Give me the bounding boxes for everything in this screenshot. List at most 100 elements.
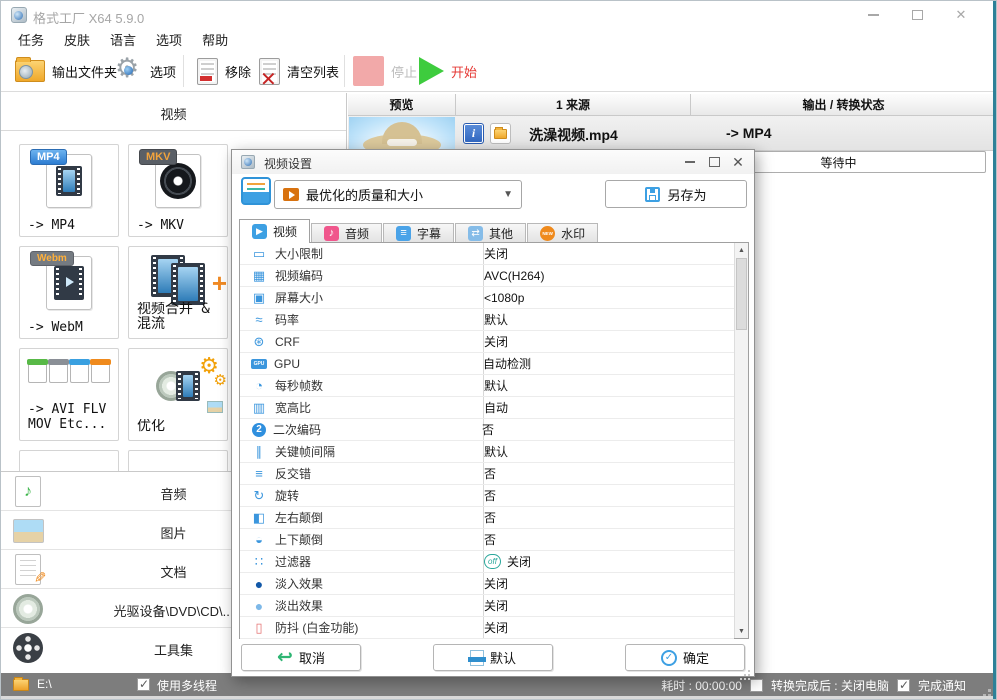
close-button[interactable]: ✕	[948, 5, 974, 25]
setting-row[interactable]: ▦ 视频编码 AVC(H264)	[240, 265, 734, 287]
maximize-button[interactable]	[904, 5, 930, 25]
tab-subtitle[interactable]: ≡ 字幕	[383, 223, 454, 242]
setting-value[interactable]: 默认	[484, 377, 508, 394]
dialog-title-bar[interactable]: 视频设置 ✕	[232, 150, 754, 174]
card-to-mp4[interactable]: MP4 -> MP4	[19, 144, 119, 237]
setting-value[interactable]: 自动	[484, 399, 508, 416]
notify-checkbox[interactable]	[897, 679, 910, 692]
card-to-mkv[interactable]: MKV -> MKV	[128, 144, 228, 237]
setting-value[interactable]: 否	[482, 421, 494, 438]
save-as-button[interactable]: 另存为	[605, 180, 747, 208]
menu-item-skin[interactable]: 皮肤	[59, 30, 95, 49]
setting-row[interactable]: ● 淡出效果 关闭	[240, 595, 734, 617]
setting-value[interactable]: 否	[484, 487, 496, 504]
options-button[interactable]: ⚙ 选项	[115, 50, 176, 92]
setting-label: 二次编码	[273, 421, 471, 438]
setting-row[interactable]: ↻ 旋转 否	[240, 485, 734, 507]
setting-row[interactable]: ◧ 左右颠倒 否	[240, 507, 734, 529]
resize-grip[interactable]	[988, 689, 991, 692]
setting-row[interactable]: GPU GPU 自动检测	[240, 353, 734, 375]
setting-row[interactable]: ≡ 反交错 否	[240, 463, 734, 485]
setting-row[interactable]: ▯ 防抖 (白金功能) 关闭	[240, 617, 734, 639]
chevron-down-icon: ▼	[503, 189, 513, 200]
quality-preset-dropdown[interactable]: 最优化的质量和大小 ▼	[274, 180, 522, 209]
setting-value[interactable]: <1080p	[484, 291, 524, 305]
minimize-button[interactable]	[860, 5, 886, 25]
setting-value[interactable]: 自动检测	[483, 355, 531, 372]
default-button[interactable]: 默认	[433, 644, 553, 671]
dialog-maximize-button[interactable]	[704, 153, 724, 171]
task-row[interactable]: i 洗澡视频.mp4 -> MP4	[348, 116, 996, 151]
clear-list-button[interactable]: ✕ 清空列表	[259, 50, 339, 92]
card-optimize[interactable]: ⚙ ⚙ 优化	[128, 348, 228, 441]
scroll-up-icon[interactable]: ▲	[735, 243, 748, 257]
multithread-checkbox[interactable]	[137, 678, 150, 691]
scrollbar[interactable]: ▲ ▼	[734, 243, 748, 638]
setting-row[interactable]: ▣ 屏幕大小 <1080p	[240, 287, 734, 309]
card-to-webm[interactable]: Webm -> WebM	[19, 246, 119, 339]
aspect-ratio-icon: ▥	[250, 400, 268, 416]
output-folder-button[interactable]: 输出文件夹	[15, 50, 117, 92]
setting-row[interactable]: ∥ 关键帧间隔 默认	[240, 441, 734, 463]
scrollbar-thumb[interactable]	[736, 258, 747, 330]
video-thumbnail[interactable]	[349, 117, 455, 150]
setting-value[interactable]: AVC(H264)	[484, 269, 544, 283]
setting-label: 宽高比	[275, 399, 473, 416]
setting-row[interactable]: ◒ 上下颠倒 否	[240, 529, 734, 551]
video-section-header[interactable]: 视频	[1, 93, 346, 131]
menu-item-options[interactable]: 选项	[151, 30, 187, 49]
setting-row[interactable]: ∷ 过滤器 off 关闭	[240, 551, 734, 573]
tab-watermark[interactable]: NEW 水印	[527, 223, 598, 242]
dialog-resize-grip[interactable]	[748, 670, 750, 672]
start-button[interactable]: 开始	[419, 50, 477, 92]
setting-row[interactable]: ● 淡入效果 关闭	[240, 573, 734, 595]
menu-item-task[interactable]: 任务	[13, 30, 49, 49]
setting-value[interactable]: 关闭	[484, 597, 508, 614]
menu-item-language[interactable]: 语言	[105, 30, 141, 49]
remove-button[interactable]: 移除	[197, 50, 251, 92]
cancel-button[interactable]: ↩ 取消	[241, 644, 361, 671]
shutdown-after-checkbox[interactable]	[750, 679, 763, 692]
setting-value[interactable]: 关闭	[484, 575, 508, 592]
settings-tabs: ▶ 视频 ♪ 音频 ≡ 字幕 ⇄ 其他 NEW 水印	[239, 219, 599, 242]
webm-badge: Webm	[30, 251, 74, 266]
ok-button[interactable]: ✓ 确定	[625, 644, 745, 671]
card-video-merge[interactable]: + 视频合并 & 混流	[128, 246, 228, 339]
dialog-minimize-button[interactable]	[680, 153, 700, 171]
column-header-output[interactable]: 输出 / 转换状态	[691, 94, 996, 116]
shutdown-after-label: 转换完成后 : 关闭电脑	[771, 677, 889, 694]
vob-mini-icon	[91, 361, 110, 383]
setting-row[interactable]: ◔ 每秒帧数 默认	[240, 375, 734, 397]
column-header-preview[interactable]: 预览	[348, 94, 456, 116]
setting-value[interactable]: 关闭	[484, 245, 508, 262]
setting-row[interactable]: ≈ 码率 默认	[240, 309, 734, 331]
dialog-title: 视频设置	[264, 155, 312, 172]
flip-vertical-icon: ◒	[250, 532, 268, 547]
dialog-close-button[interactable]: ✕	[728, 153, 748, 171]
card-to-avi-flv-mov[interactable]: -> AVI FLV MOV Etc...	[19, 348, 119, 441]
menu-item-help[interactable]: 帮助	[197, 30, 233, 49]
tab-other[interactable]: ⇄ 其他	[455, 223, 526, 242]
setting-row[interactable]: ⊛ CRF 关闭	[240, 331, 734, 353]
fade-in-icon: ●	[250, 576, 268, 592]
play-icon	[419, 57, 444, 85]
setting-value[interactable]: 否	[484, 531, 496, 548]
output-drive-path[interactable]: E:\	[37, 677, 52, 691]
scroll-down-icon[interactable]: ▼	[735, 624, 748, 638]
setting-value[interactable]: 关闭	[507, 553, 531, 570]
tab-video[interactable]: ▶ 视频	[239, 219, 310, 242]
window-bottom-edge	[1, 696, 996, 700]
setting-value[interactable]: 默认	[484, 443, 508, 460]
setting-row[interactable]: ▥ 宽高比 自动	[240, 397, 734, 419]
setting-value[interactable]: 否	[484, 509, 496, 526]
setting-label: 反交错	[275, 465, 473, 482]
tab-audio[interactable]: ♪ 音频	[311, 223, 382, 242]
column-header-source[interactable]: 1 来源	[456, 94, 691, 116]
setting-value[interactable]: 关闭	[484, 619, 508, 636]
setting-row[interactable]: ▭ 大小限制 关闭	[240, 243, 734, 265]
setting-row[interactable]: 2 二次编码 否	[240, 419, 734, 441]
stop-button[interactable]: 停止	[353, 50, 417, 92]
setting-value[interactable]: 默认	[484, 311, 508, 328]
setting-value[interactable]: 关闭	[484, 333, 508, 350]
setting-value[interactable]: 否	[484, 465, 496, 482]
